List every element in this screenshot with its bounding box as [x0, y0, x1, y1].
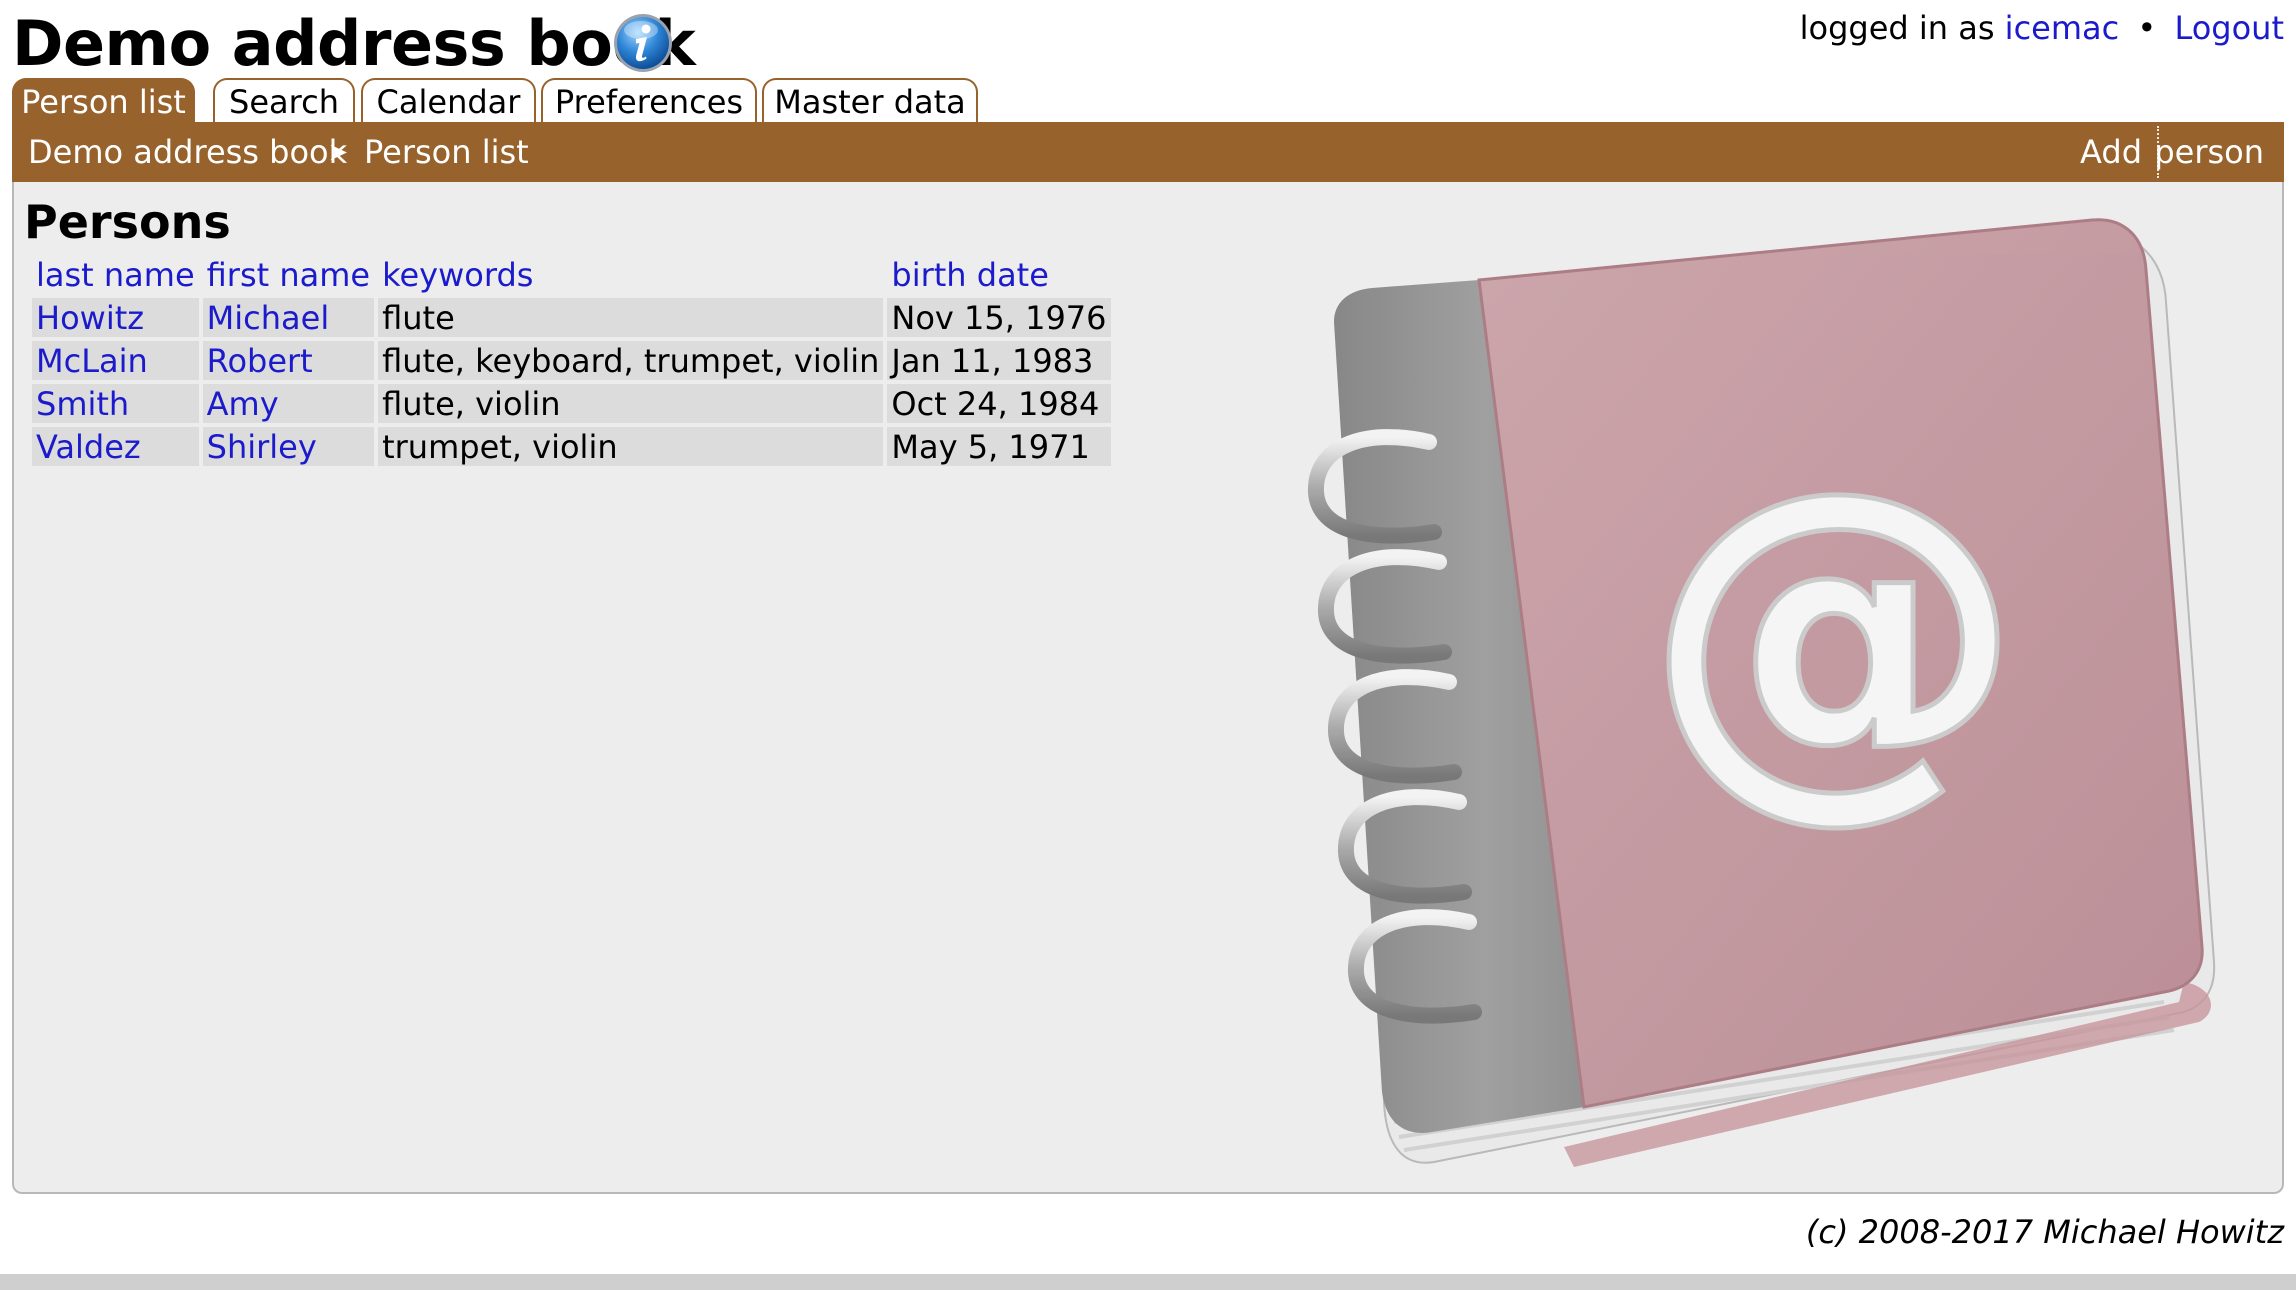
- logout-link[interactable]: Logout: [2174, 9, 2284, 47]
- logged-in-label: logged in as: [1799, 9, 1995, 47]
- cell-last-name[interactable]: McLain: [32, 341, 199, 380]
- add-person-link[interactable]: person: [2154, 122, 2264, 182]
- window-bottom-strip: [0, 1274, 2296, 1290]
- breadcrumb-current[interactable]: Person list: [364, 122, 529, 182]
- breadcrumb-home[interactable]: Demo address book: [28, 122, 347, 182]
- main-content: Persons last name first name keywords bi…: [12, 182, 2284, 1194]
- table-row[interactable]: Valdez Shirley trumpet, violin May 5, 19…: [32, 427, 1111, 466]
- cell-birth-date: Oct 24, 1984: [887, 384, 1111, 423]
- cell-last-name[interactable]: Howitz: [32, 298, 199, 337]
- column-header-birth-date[interactable]: birth date: [887, 255, 1110, 294]
- username-link[interactable]: icemac: [2005, 9, 2120, 47]
- cell-birth-date: Nov 15, 1976: [887, 298, 1111, 337]
- cell-keywords: flute, keyboard, trumpet, violin: [378, 341, 884, 380]
- user-status: logged in as icemac • Logout: [1800, 8, 2284, 48]
- table-row[interactable]: Howitz Michael flute Nov 15, 1976: [32, 298, 1111, 337]
- separator-dot: •: [2137, 9, 2157, 47]
- breadcrumb-bar: Demo address book ➤ Person list Add pers…: [12, 122, 2284, 182]
- column-header-first-name[interactable]: first name: [203, 255, 374, 294]
- table-row[interactable]: Smith Amy flute, violin Oct 24, 1984: [32, 384, 1111, 423]
- app-title: Demo address book: [12, 7, 696, 80]
- cell-first-name[interactable]: Shirley: [202, 427, 375, 466]
- at-symbol: @: [1644, 409, 2024, 852]
- tab-person-list[interactable]: Person list: [12, 78, 195, 122]
- info-icon[interactable]: [612, 12, 674, 74]
- column-header-keywords[interactable]: keywords: [378, 255, 883, 294]
- tab-calendar[interactable]: Calendar: [361, 78, 536, 122]
- table-header-row: last name first name keywords birth date: [32, 255, 1111, 294]
- cell-first-name[interactable]: Amy: [202, 384, 375, 423]
- cell-keywords: trumpet, violin: [378, 427, 884, 466]
- cell-birth-date: Jan 11, 1983: [887, 341, 1111, 380]
- tab-preferences[interactable]: Preferences: [541, 78, 757, 122]
- copyright-footer: (c) 2008-2017 Michael Howitz: [1805, 1213, 2284, 1251]
- cell-last-name[interactable]: Smith: [32, 384, 199, 423]
- address-book-icon: @: [1308, 218, 2216, 1167]
- cell-birth-date: May 5, 1971: [887, 427, 1111, 466]
- table-row[interactable]: McLain Robert flute, keyboard, trumpet, …: [32, 341, 1111, 380]
- persons-table: last name first name keywords birth date…: [28, 251, 1115, 470]
- cell-keywords: flute: [378, 298, 884, 337]
- tab-search[interactable]: Search: [213, 78, 355, 122]
- cell-last-name[interactable]: Valdez: [32, 427, 199, 466]
- tab-master-data[interactable]: Master data: [762, 78, 978, 122]
- cell-first-name[interactable]: Robert: [202, 341, 375, 380]
- column-header-last-name[interactable]: last name: [32, 255, 199, 294]
- cell-keywords: flute, violin: [378, 384, 884, 423]
- add-action-label: Add: [2080, 133, 2142, 171]
- page-title: Persons: [24, 195, 231, 249]
- breadcrumb-arrow-icon: ➤: [328, 138, 349, 166]
- cell-first-name[interactable]: Michael: [202, 298, 375, 337]
